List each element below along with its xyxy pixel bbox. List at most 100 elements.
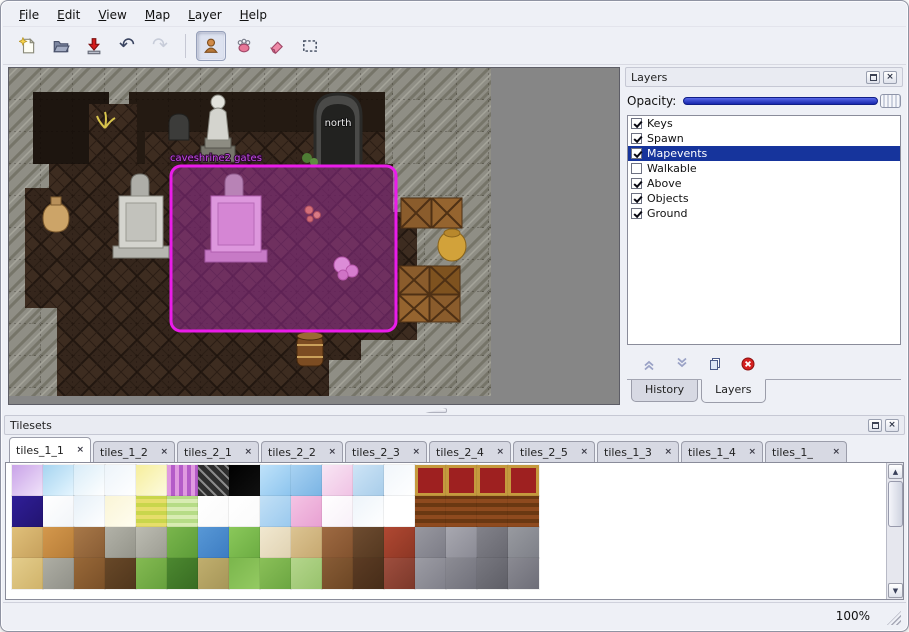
layer-checkbox[interactable]: [631, 208, 642, 219]
close-icon[interactable]: ×: [496, 447, 504, 457]
tile-swatch[interactable]: [74, 527, 105, 558]
tile-swatch[interactable]: [353, 496, 384, 527]
tile-swatch[interactable]: [477, 558, 508, 589]
tile-swatch[interactable]: [198, 558, 229, 589]
select-tool-button[interactable]: [295, 31, 325, 61]
layer-row-ground[interactable]: Ground: [628, 206, 900, 221]
tile-swatch[interactable]: [136, 527, 167, 558]
vertical-scrollbar[interactable]: ▲ ▼: [886, 463, 903, 599]
tile-swatch[interactable]: [477, 465, 508, 496]
tile-swatch[interactable]: [43, 558, 74, 589]
delete-layer-button[interactable]: [738, 354, 758, 374]
tile-swatch[interactable]: [446, 465, 477, 496]
tile-swatch[interactable]: [415, 527, 446, 558]
tile-swatch[interactable]: [353, 527, 384, 558]
tile-swatch[interactable]: [291, 527, 322, 558]
tile-swatch[interactable]: [446, 527, 477, 558]
redo-button[interactable]: ↷: [145, 31, 175, 61]
tile-swatch[interactable]: [446, 496, 477, 527]
tileset-tab[interactable]: tiles_2_5 ×: [513, 441, 595, 462]
tile-swatch[interactable]: [415, 558, 446, 589]
scroll-up-button[interactable]: ▲: [888, 464, 903, 479]
undo-button[interactable]: ↶: [112, 31, 142, 61]
tile-swatch[interactable]: [167, 496, 198, 527]
dock-close-button[interactable]: ×: [883, 71, 897, 84]
raise-layer-button[interactable]: [639, 354, 659, 374]
menu-view[interactable]: View: [90, 5, 134, 25]
tile-swatch[interactable]: [260, 496, 291, 527]
tile-swatch[interactable]: [384, 558, 415, 589]
layer-row-mapevents[interactable]: Mapevents: [628, 146, 900, 161]
tile-swatch[interactable]: [415, 465, 446, 496]
tilesets-dock-titlebar[interactable]: Tilesets ×: [4, 415, 905, 435]
close-icon[interactable]: ×: [580, 447, 588, 457]
tile-swatch[interactable]: [12, 527, 43, 558]
tile-swatch[interactable]: [477, 496, 508, 527]
tile-swatch[interactable]: [508, 558, 539, 589]
tile-swatch[interactable]: [477, 527, 508, 558]
menu-map[interactable]: Map: [137, 5, 178, 25]
close-icon[interactable]: ×: [160, 447, 168, 457]
tile-swatch[interactable]: [291, 465, 322, 496]
tab-history[interactable]: History: [631, 380, 698, 402]
menu-layer[interactable]: Layer: [180, 5, 229, 25]
tile-swatch[interactable]: [229, 465, 260, 496]
tile-swatch[interactable]: [446, 558, 477, 589]
tile-swatch[interactable]: [43, 527, 74, 558]
tile-swatch[interactable]: [508, 527, 539, 558]
tileset-tab[interactable]: tiles_1_3 ×: [597, 441, 679, 462]
close-icon[interactable]: ×: [328, 447, 336, 457]
tile-swatch[interactable]: [105, 465, 136, 496]
tile-swatch[interactable]: [508, 496, 539, 527]
tile-swatch[interactable]: [353, 558, 384, 589]
tileset-tab[interactable]: tiles_2_1 ×: [177, 441, 259, 462]
tile-swatch[interactable]: [105, 558, 136, 589]
layer-checkbox[interactable]: [631, 193, 642, 204]
layer-checkbox[interactable]: [631, 148, 642, 159]
tile-swatch[interactable]: [384, 465, 415, 496]
tile-swatch[interactable]: [136, 496, 167, 527]
tile-swatch[interactable]: [291, 496, 322, 527]
tile-swatch[interactable]: [322, 465, 353, 496]
tile-swatch[interactable]: [43, 496, 74, 527]
layer-checkbox[interactable]: [631, 118, 642, 129]
tile-swatch[interactable]: [198, 527, 229, 558]
layer-checkbox[interactable]: [631, 178, 642, 189]
tile-swatch[interactable]: [43, 465, 74, 496]
dock-float-button[interactable]: [868, 419, 882, 432]
tileset-tab[interactable]: tiles_1_ ×: [765, 441, 847, 462]
new-button[interactable]: [13, 31, 43, 61]
close-icon[interactable]: ×: [412, 447, 420, 457]
close-icon[interactable]: ×: [832, 447, 840, 457]
menu-help[interactable]: Help: [232, 5, 275, 25]
tile-swatch[interactable]: [198, 496, 229, 527]
tile-swatch[interactable]: [260, 465, 291, 496]
layers-dock-titlebar[interactable]: Layers ×: [625, 67, 903, 87]
tile-swatch[interactable]: [415, 496, 446, 527]
map-canvas[interactable]: north: [9, 68, 491, 396]
tile-swatch[interactable]: [260, 558, 291, 589]
eraser-tool-button[interactable]: [262, 31, 292, 61]
tile-swatch[interactable]: [136, 558, 167, 589]
scrollbar-thumb[interactable]: [888, 481, 903, 527]
lower-layer-button[interactable]: [672, 354, 692, 374]
tile-swatch[interactable]: [322, 558, 353, 589]
close-icon[interactable]: ×: [244, 447, 252, 457]
tile-swatch[interactable]: [12, 496, 43, 527]
splitter-grip[interactable]: [425, 408, 447, 413]
tile-swatch[interactable]: [12, 465, 43, 496]
tileset-tab[interactable]: tiles_1_2 ×: [93, 441, 175, 462]
tileset-tab[interactable]: tiles_1_1 ×: [9, 437, 91, 462]
tile-swatch[interactable]: [384, 496, 415, 527]
tile-swatch[interactable]: [167, 527, 198, 558]
tile-swatch[interactable]: [74, 496, 105, 527]
tileset-tab[interactable]: tiles_2_4 ×: [429, 441, 511, 462]
tab-layers[interactable]: Layers: [701, 379, 765, 403]
tile-swatch[interactable]: [508, 465, 539, 496]
tile-swatch[interactable]: [260, 527, 291, 558]
layer-row-keys[interactable]: Keys: [628, 116, 900, 131]
tile-swatch[interactable]: [198, 465, 229, 496]
dock-close-button[interactable]: ×: [885, 419, 899, 432]
scroll-down-button[interactable]: ▼: [888, 583, 903, 598]
tile-swatch[interactable]: [229, 558, 260, 589]
